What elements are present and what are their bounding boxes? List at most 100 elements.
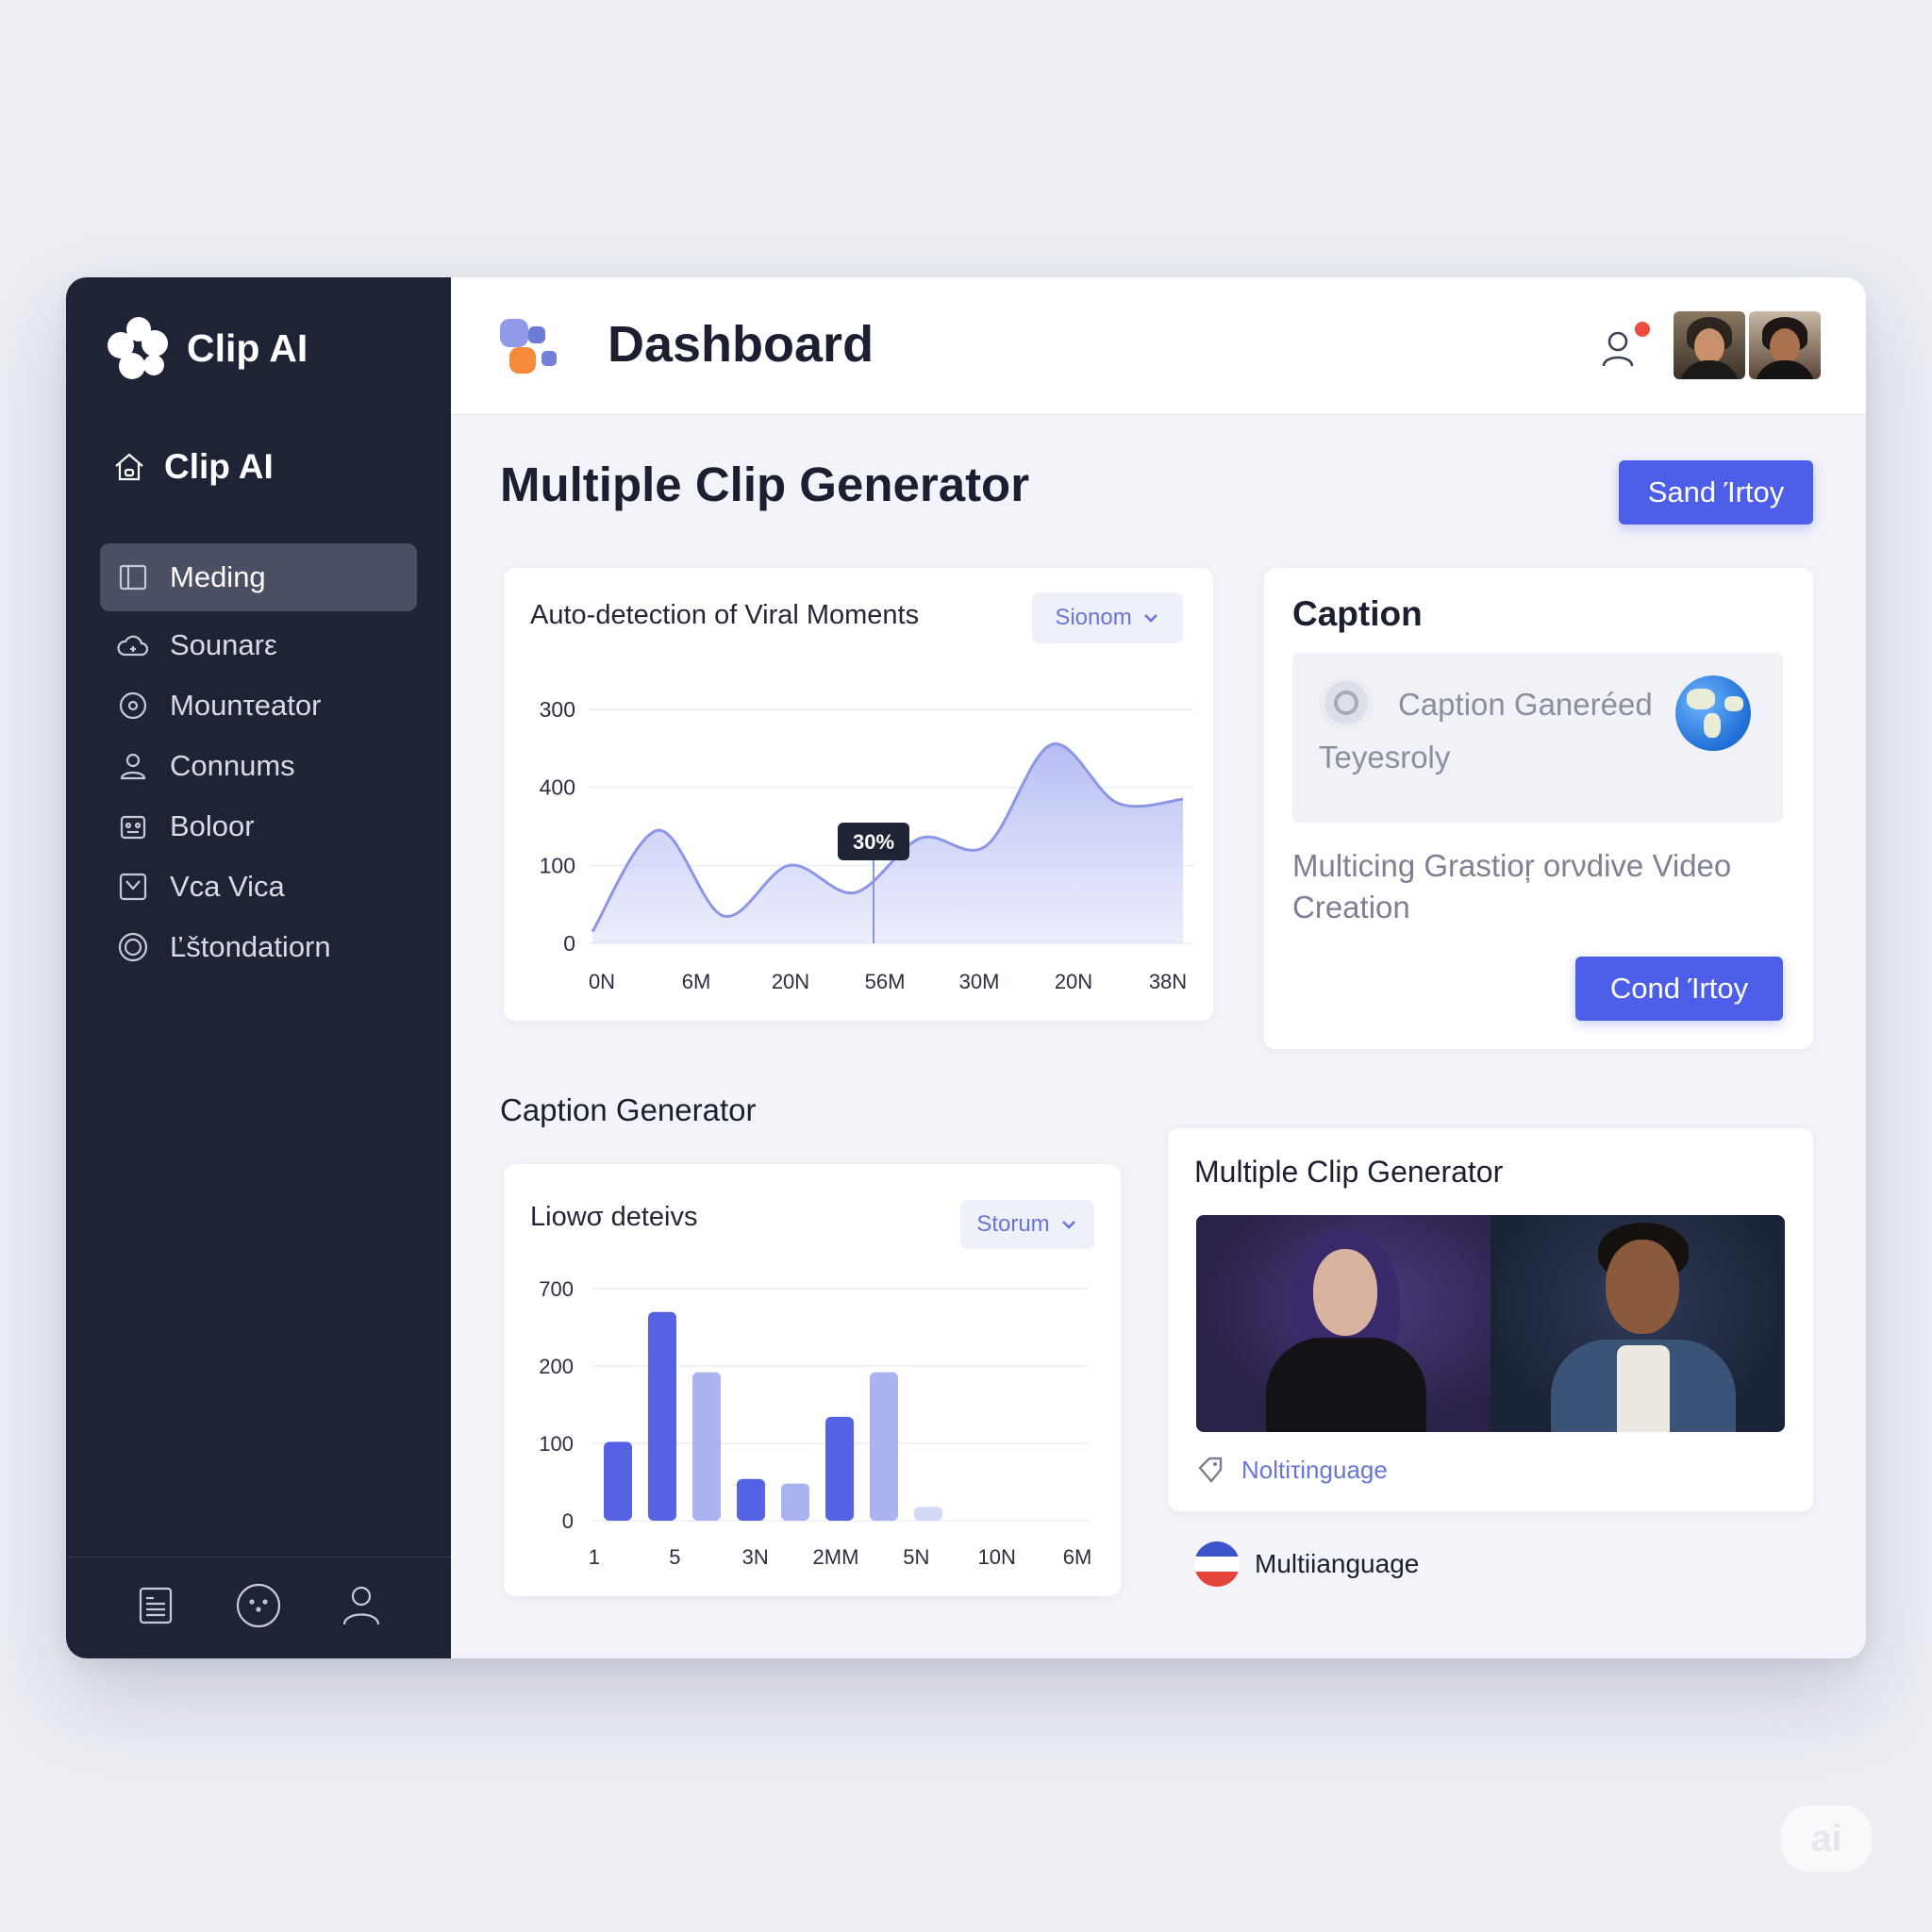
clip-ai-logo-icon: [108, 317, 170, 379]
page-title: Dashboard: [608, 316, 874, 373]
bar: [648, 1311, 676, 1521]
bar: [781, 1483, 809, 1521]
viral-moments-card: Auto-detection of Viral Moments Sionom 0…: [504, 568, 1213, 1021]
x-tick-label: 6M: [682, 970, 711, 993]
section-title: Multiple Clip Generator: [500, 458, 1030, 511]
caption-status-box: Caption Ganeréed Teyesroly: [1292, 653, 1783, 823]
bar: [870, 1372, 898, 1521]
sidebar-item-label: Mounτeator: [170, 689, 322, 722]
x-tick-label: 1: [589, 1545, 600, 1569]
sidebar-item-meding[interactable]: Meding: [100, 543, 417, 611]
x-tick-label: 5: [669, 1545, 680, 1569]
bar: [825, 1416, 854, 1521]
sidebar-footer: [66, 1557, 451, 1658]
sidebar-item-label: Connums: [170, 749, 295, 782]
sidebar-nav: Meding Sounarε Mounτeator Connums Boloor…: [100, 543, 417, 977]
y-tick-label: 300: [540, 697, 575, 722]
annotation-label: 30%: [853, 830, 894, 854]
users-icon: [115, 748, 151, 784]
robot-icon: [115, 808, 151, 844]
y-tick-label: 0: [563, 931, 575, 956]
bar: [692, 1372, 721, 1521]
sidebar-item-connums[interactable]: Connums: [100, 736, 417, 796]
x-tick-label: 3N: [742, 1545, 769, 1569]
card-title: Multiple Clip Generator: [1194, 1155, 1504, 1189]
sidebar: Clip AI Clip AI Meding Sounarε Mounτeato…: [66, 277, 451, 1658]
y-tick-label: 100: [540, 853, 575, 877]
profile-icon[interactable]: [337, 1581, 386, 1635]
checkbox-icon: [115, 869, 151, 905]
confirm-button[interactable]: Cond Ίrtoy: [1575, 957, 1783, 1021]
x-tick-label: 56M: [865, 970, 906, 993]
clip-thumbnail-woman[interactable]: [1196, 1215, 1491, 1432]
globe-icon: [1675, 675, 1751, 751]
bar-chart: 0 100 200 700 1 5 3N 2ΜΜ 5N 10N 6M: [539, 1277, 1092, 1569]
y-tick-label: 200: [539, 1355, 574, 1378]
caption-substatus: Teyesroly: [1319, 740, 1451, 774]
y-tick-label: 100: [539, 1432, 574, 1456]
notifications-button[interactable]: [1596, 319, 1653, 375]
sidebar-item-label: Boloor: [170, 809, 255, 842]
caption-generator-card: Liowσ deteivs Storum 0 100 200 700 1 5 3N 2ΜΜ 5N…: [504, 1164, 1121, 1596]
loading-spinner-icon: [1319, 675, 1374, 730]
sidebar-item-label: Sounarε: [170, 628, 277, 661]
x-tick-label: 5N: [903, 1545, 929, 1569]
sidebar-item-label: Ľštondatiorn: [170, 930, 331, 963]
avatar[interactable]: [1749, 311, 1821, 379]
x-tick-label: 0N: [589, 970, 615, 993]
x-tick-label: 38N: [1149, 970, 1187, 993]
sidebar-home-label: Clip AI: [164, 447, 274, 486]
multilanguage-label: Multiianguage: [1255, 1549, 1420, 1578]
caption-generator-title: Caption Generator: [500, 1092, 757, 1127]
x-tick-label: 10N: [977, 1545, 1015, 1569]
home-icon: [111, 449, 147, 485]
sidebar-item-stondatiorn[interactable]: Ľštondatiorn: [100, 917, 417, 977]
target-icon: [115, 929, 151, 965]
bar: [737, 1478, 765, 1521]
sidebar-item-mounteator[interactable]: Mounτeator: [100, 675, 417, 736]
bar: [914, 1507, 942, 1521]
sidebar-home[interactable]: Clip AI: [111, 447, 274, 487]
clip-generator-card: Multiple Clip Generator Noltiτinguage: [1168, 1128, 1813, 1511]
disc-icon: [115, 688, 151, 724]
clip-thumbnail-man[interactable]: [1491, 1215, 1785, 1432]
sidebar-item-label: Meding: [170, 560, 266, 593]
ai-watermark-logo: ai: [1781, 1806, 1872, 1872]
multilanguage-row[interactable]: Multiianguage: [1194, 1541, 1419, 1587]
language-tag-label: Noltiτinguage: [1241, 1455, 1388, 1484]
top-header: Dashboard: [451, 277, 1866, 415]
x-tick-label: 20N: [772, 970, 809, 993]
x-tick-label: 20N: [1055, 970, 1092, 993]
clip-preview[interactable]: [1196, 1215, 1785, 1432]
card-title: Caption: [1292, 594, 1423, 633]
cloud-icon: [115, 627, 151, 663]
brand[interactable]: Clip AI: [108, 317, 308, 379]
brand-name: Clip AI: [187, 325, 308, 370]
sidebar-item-boloor[interactable]: Boloor: [100, 796, 417, 857]
caption-description: Multicing Grastioŗ orνdive Video Creatio…: [1292, 848, 1732, 924]
tag-icon: [1198, 1457, 1223, 1483]
notification-badge: [1632, 319, 1653, 340]
caption-card: Caption Caption Ganeréed Teyesroly Multi…: [1264, 568, 1813, 1049]
app-window: Clip AI Clip AI Meding Sounarε Mounτeato…: [66, 277, 1866, 1658]
caption-status: Caption Ganeréed: [1398, 687, 1653, 722]
sidebar-item-label: Vca Vica: [170, 870, 285, 903]
clip-language-tag[interactable]: Noltiτinguage: [1196, 1455, 1388, 1485]
bar: [604, 1441, 632, 1521]
dashboard-logo-icon: [500, 319, 560, 379]
y-tick-label: 400: [540, 775, 575, 800]
flag-icon: [1194, 1541, 1240, 1587]
document-icon[interactable]: [131, 1581, 180, 1635]
send-button[interactable]: Sand Ίrtoy: [1619, 460, 1813, 525]
avatar[interactable]: [1674, 311, 1745, 379]
y-tick-label: 700: [539, 1277, 574, 1301]
x-tick-label: 30M: [959, 970, 1000, 993]
y-tick-label: 0: [562, 1509, 574, 1533]
book-icon: [115, 559, 151, 595]
emoji-icon[interactable]: [234, 1581, 283, 1635]
x-tick-label: 6M: [1063, 1545, 1092, 1569]
x-tick-label: 2ΜΜ: [813, 1545, 859, 1569]
sidebar-item-sounare[interactable]: Sounarε: [100, 615, 417, 675]
sidebar-item-vca-vica[interactable]: Vca Vica: [100, 857, 417, 917]
area-chart: 0 100 400 300 0N 6M 20N 56M 30M 20N 38N 30%: [540, 697, 1194, 993]
